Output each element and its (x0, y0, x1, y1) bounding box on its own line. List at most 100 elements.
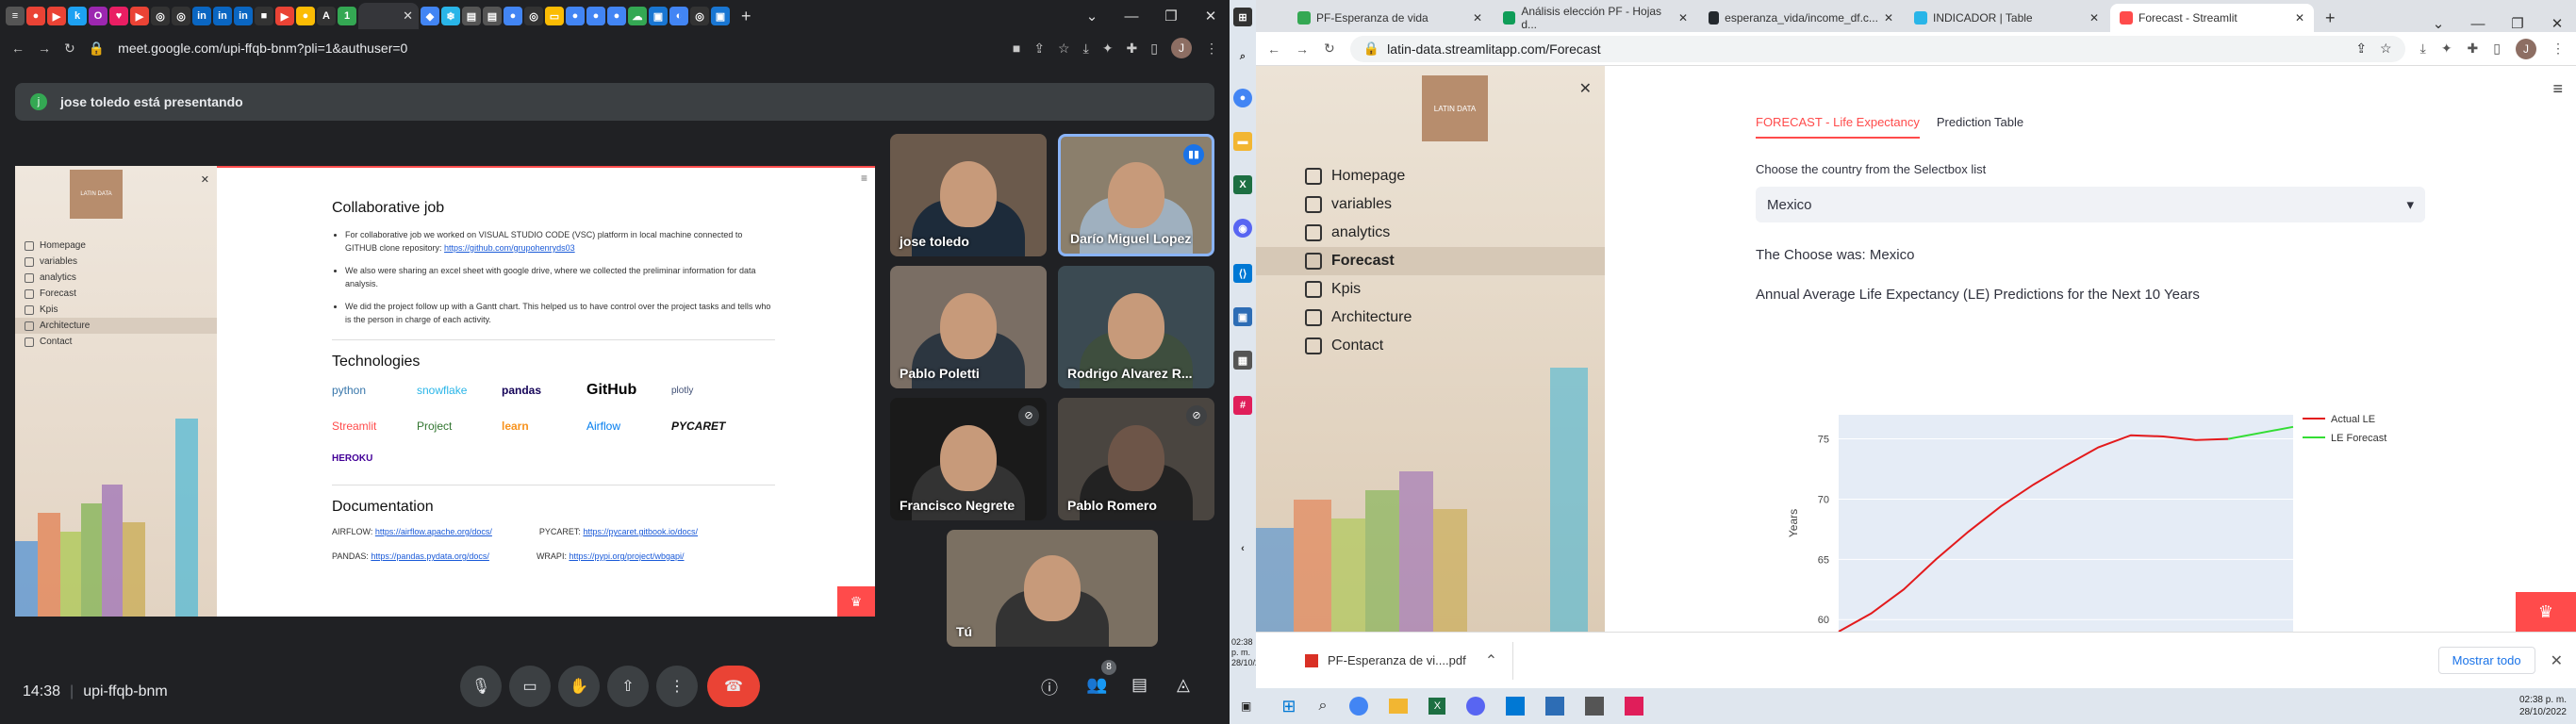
sidebar-close-icon[interactable]: ✕ (1579, 79, 1592, 98)
life-expectancy-chart[interactable]: 60 65 70 75 Years Actual LE LE Forecast (1756, 405, 2435, 632)
active-tab[interactable]: ✕ (358, 3, 419, 29)
github-tab-icon-3[interactable]: ◎ (524, 7, 543, 25)
tab-icon-e[interactable]: ● (566, 7, 585, 25)
heart-tab-icon[interactable]: ♥ (109, 7, 128, 25)
close-icon[interactable]: ✕ (2551, 651, 2563, 670)
maximize-button[interactable]: ❐ (1152, 8, 1190, 25)
chevron-up-icon[interactable]: ⌃ (1485, 651, 1497, 670)
file-explorer-icon[interactable]: ▬ (1233, 132, 1252, 151)
star-icon[interactable]: ☆ (2380, 41, 2392, 57)
search-icon[interactable]: ⌕ (1233, 47, 1252, 66)
sidebar-item-kpis[interactable]: Kpis (1256, 275, 1605, 304)
vscode-icon[interactable] (1506, 697, 1526, 716)
sidebar-item-analytics[interactable]: analytics (1256, 219, 1605, 247)
slack-icon[interactable] (1625, 697, 1644, 716)
people-icon[interactable]: 👥 (1086, 675, 1107, 695)
collapse-chevron-icon[interactable]: ‹ (1233, 539, 1252, 558)
forward-icon[interactable]: → (1296, 41, 1309, 57)
download-icon[interactable]: ⤓ (2420, 41, 2426, 57)
virtualbox-icon[interactable] (1545, 697, 1565, 716)
download-item[interactable]: PF-Esperanza de vi....pdf (1328, 653, 1466, 667)
chrome-icon[interactable] (1349, 697, 1369, 716)
virtualbox-icon[interactable]: ▣ (1233, 307, 1252, 326)
kebab-menu-icon[interactable]: ⋮ (2551, 41, 2565, 57)
sidebar-item-architecture[interactable]: Architecture (1256, 304, 1605, 332)
share-icon[interactable]: ⇪ (1033, 41, 1045, 57)
youtube-tab-icon-3[interactable]: ▶ (275, 7, 294, 25)
profile-avatar[interactable]: J (2516, 38, 2536, 59)
reload-icon[interactable]: ↻ (64, 41, 75, 57)
puzzle-icon[interactable]: ✚ (2468, 41, 2479, 57)
present-button[interactable]: ⇧ (607, 666, 649, 707)
clock[interactable]: 02:38 p. m. 28/10/2022 (2519, 694, 2567, 718)
reload-icon[interactable]: ↻ (1324, 41, 1335, 57)
github-tab-icon-4[interactable]: ◎ (690, 7, 709, 25)
chrome-icon[interactable]: ● (1233, 89, 1252, 107)
kebab-menu-icon[interactable]: ⋮ (1205, 41, 1218, 57)
country-select[interactable]: Mexico ▾ (1756, 187, 2425, 222)
menu-icon[interactable]: ≡ (6, 7, 25, 25)
browser-tab-active[interactable]: Forecast - Streamlit ✕ (2110, 4, 2314, 32)
start-icon[interactable]: ⊞ (1281, 697, 1296, 716)
download-icon[interactable]: ⤓ (1083, 41, 1089, 57)
k-tab-icon[interactable]: k (68, 7, 87, 25)
participant-tile[interactable]: Pablo Poletti (890, 266, 1047, 388)
snowflake-tab-icon[interactable]: ❄ (441, 7, 460, 25)
participant-tile[interactable]: ⊘ Pablo Romero (1058, 398, 1214, 520)
camera-icon[interactable]: ■ (1013, 41, 1020, 56)
close-icon[interactable]: ✕ (403, 8, 413, 24)
tab-search-icon[interactable]: ⌄ (1073, 8, 1111, 25)
github-tab-icon[interactable]: ◎ (151, 7, 170, 25)
close-window-button[interactable]: ✕ (1192, 8, 1230, 25)
minimize-button[interactable]: — (1113, 8, 1150, 25)
browser-tab[interactable]: INDICADOR | Table ✕ (1905, 4, 2108, 32)
new-tab-button[interactable]: + (741, 7, 751, 26)
raise-hand-button[interactable]: ✋ (558, 666, 600, 707)
mic-button[interactable]: 🎙 (460, 666, 502, 707)
gmail-tab-icon[interactable]: ● (26, 7, 45, 25)
star-icon[interactable]: ☆ (1058, 41, 1070, 57)
participant-tile[interactable]: Rodrigo Alvarez R... (1058, 266, 1214, 388)
self-tile[interactable]: Tú (947, 530, 1158, 647)
sidepanel-icon[interactable]: ▯ (2493, 41, 2501, 57)
info-icon[interactable]: ⓘ (1041, 675, 1058, 699)
network-app-icon[interactable]: ▦ (1233, 351, 1252, 370)
close-window-button[interactable]: ✕ (2538, 15, 2576, 32)
o-tab-icon[interactable]: O (89, 7, 107, 25)
vscode-icon[interactable]: ⟨⟩ (1233, 264, 1252, 283)
tab-icon-b[interactable]: ▤ (483, 7, 502, 25)
participant-tile[interactable]: ⊘ Francisco Negrete (890, 398, 1047, 520)
linkedin-tab-icon[interactable]: in (192, 7, 211, 25)
leave-call-button[interactable]: ☎ (707, 666, 760, 707)
tab-icon-d[interactable]: ▭ (545, 7, 564, 25)
extension-icon[interactable]: ✦ (2441, 41, 2452, 57)
search-icon[interactable]: ⌕ (1318, 698, 1327, 715)
forward-icon[interactable]: → (38, 41, 51, 56)
browser-tab[interactable]: PF-Esperanza de vida ✕ (1288, 4, 1492, 32)
meet-tab-icon[interactable]: 1 (338, 7, 356, 25)
browser-tab[interactable]: esperanza_vida/income_df.c... ✕ (1699, 4, 1903, 32)
discord-icon[interactable] (1466, 697, 1486, 716)
tab-forecast[interactable]: FORECAST - Life Expectancy (1756, 115, 1920, 139)
github-tab-icon-2[interactable]: ◎ (172, 7, 190, 25)
discord-icon[interactable]: ◉ (1233, 219, 1252, 238)
more-options-button[interactable]: ⋮ (656, 666, 698, 707)
new-tab-button[interactable]: + (2316, 8, 2345, 32)
participant-tile[interactable]: jose toledo (890, 134, 1047, 256)
network-app-icon[interactable] (1585, 697, 1605, 716)
sidebar-item-variables[interactable]: variables (1256, 190, 1605, 219)
sidebar-item-forecast[interactable]: Forecast (1256, 247, 1605, 275)
youtube-tab-icon-2[interactable]: ▶ (130, 7, 149, 25)
puzzle-icon[interactable]: ✚ (1127, 41, 1138, 57)
excel-icon[interactable]: X (1233, 175, 1252, 194)
tab-icon-k[interactable]: ▣ (711, 7, 730, 25)
sidepanel-icon[interactable]: ▯ (1150, 41, 1158, 57)
back-icon[interactable]: ← (1267, 41, 1280, 57)
tab-icon-a[interactable]: ▤ (462, 7, 481, 25)
slack-icon[interactable]: # (1233, 396, 1252, 415)
notification-icon[interactable]: ▣ (1241, 699, 1251, 713)
maximize-button[interactable]: ❐ (2499, 15, 2536, 32)
chat-icon[interactable]: ▤ (1131, 675, 1148, 695)
cloud-tab-icon[interactable]: ◆ (421, 7, 439, 25)
profile-avatar[interactable]: J (1171, 38, 1192, 58)
